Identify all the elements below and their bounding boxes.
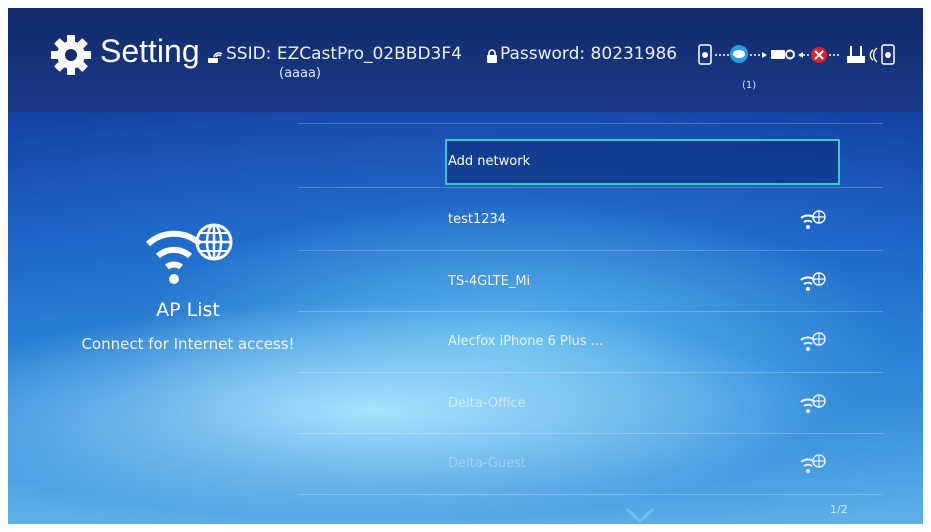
ssid-info: SSID: EZCastPro_02BBD3F4: [226, 44, 462, 64]
password-label: Password:: [500, 44, 586, 64]
ssid-subtitle: (aaaa): [279, 66, 322, 81]
wifi-globe-icon: [146, 223, 233, 284]
divider: [298, 123, 883, 124]
wifi-globe-icon: [800, 332, 826, 351]
network-name: Delta-Office: [448, 396, 526, 411]
password-info: Password: 80231986: [500, 44, 677, 64]
connection-status: [698, 44, 895, 65]
network-name: Delta-Guest: [448, 456, 527, 471]
ssid-label: SSID:: [226, 44, 272, 64]
ap-list-subtitle: Connect for Internet access!: [81, 335, 295, 353]
ssid-value: EZCastPro_02BBD3F4: [276, 44, 462, 64]
divider: [298, 311, 883, 312]
hotspot-icon: [208, 52, 223, 63]
network-name: TS-4GLTE_Mi: [448, 274, 531, 289]
ap-list-title: AP List: [156, 299, 220, 321]
connected-count: (1): [742, 80, 757, 91]
divider: [298, 187, 883, 188]
page-title: Setting: [100, 33, 200, 69]
network-name: test1234: [448, 212, 507, 227]
divider: [298, 433, 883, 434]
wifi-globe-icon: [800, 272, 826, 291]
projector-icon: [771, 49, 795, 60]
ezcast-icon: [730, 45, 748, 63]
password-value: 80231986: [590, 44, 678, 64]
chevron-down-icon[interactable]: [626, 508, 654, 524]
add-network-label: Add network: [448, 154, 531, 169]
wifi-globe-icon: [800, 210, 826, 229]
router-icon: [847, 46, 865, 63]
network-name: Alecfox iPhone 6 Plus ...: [448, 334, 604, 349]
divider: [298, 372, 883, 373]
error-icon: [811, 47, 827, 63]
wifi-globe-icon: [800, 394, 826, 413]
header-bar: Setting SSID: EZCastPro_02BBD3F4 (aaaa) …: [8, 8, 923, 112]
page-indicator: 1/2: [830, 503, 848, 516]
gear-icon: [51, 35, 91, 75]
divider: [298, 494, 883, 495]
app-screen: Setting SSID: EZCastPro_02BBD3F4 (aaaa) …: [8, 8, 923, 524]
lock-icon: [487, 49, 497, 63]
phone-icon: [881, 44, 895, 65]
phone-icon: [698, 44, 712, 65]
divider: [298, 250, 883, 251]
wifi-globe-icon: [800, 454, 826, 473]
